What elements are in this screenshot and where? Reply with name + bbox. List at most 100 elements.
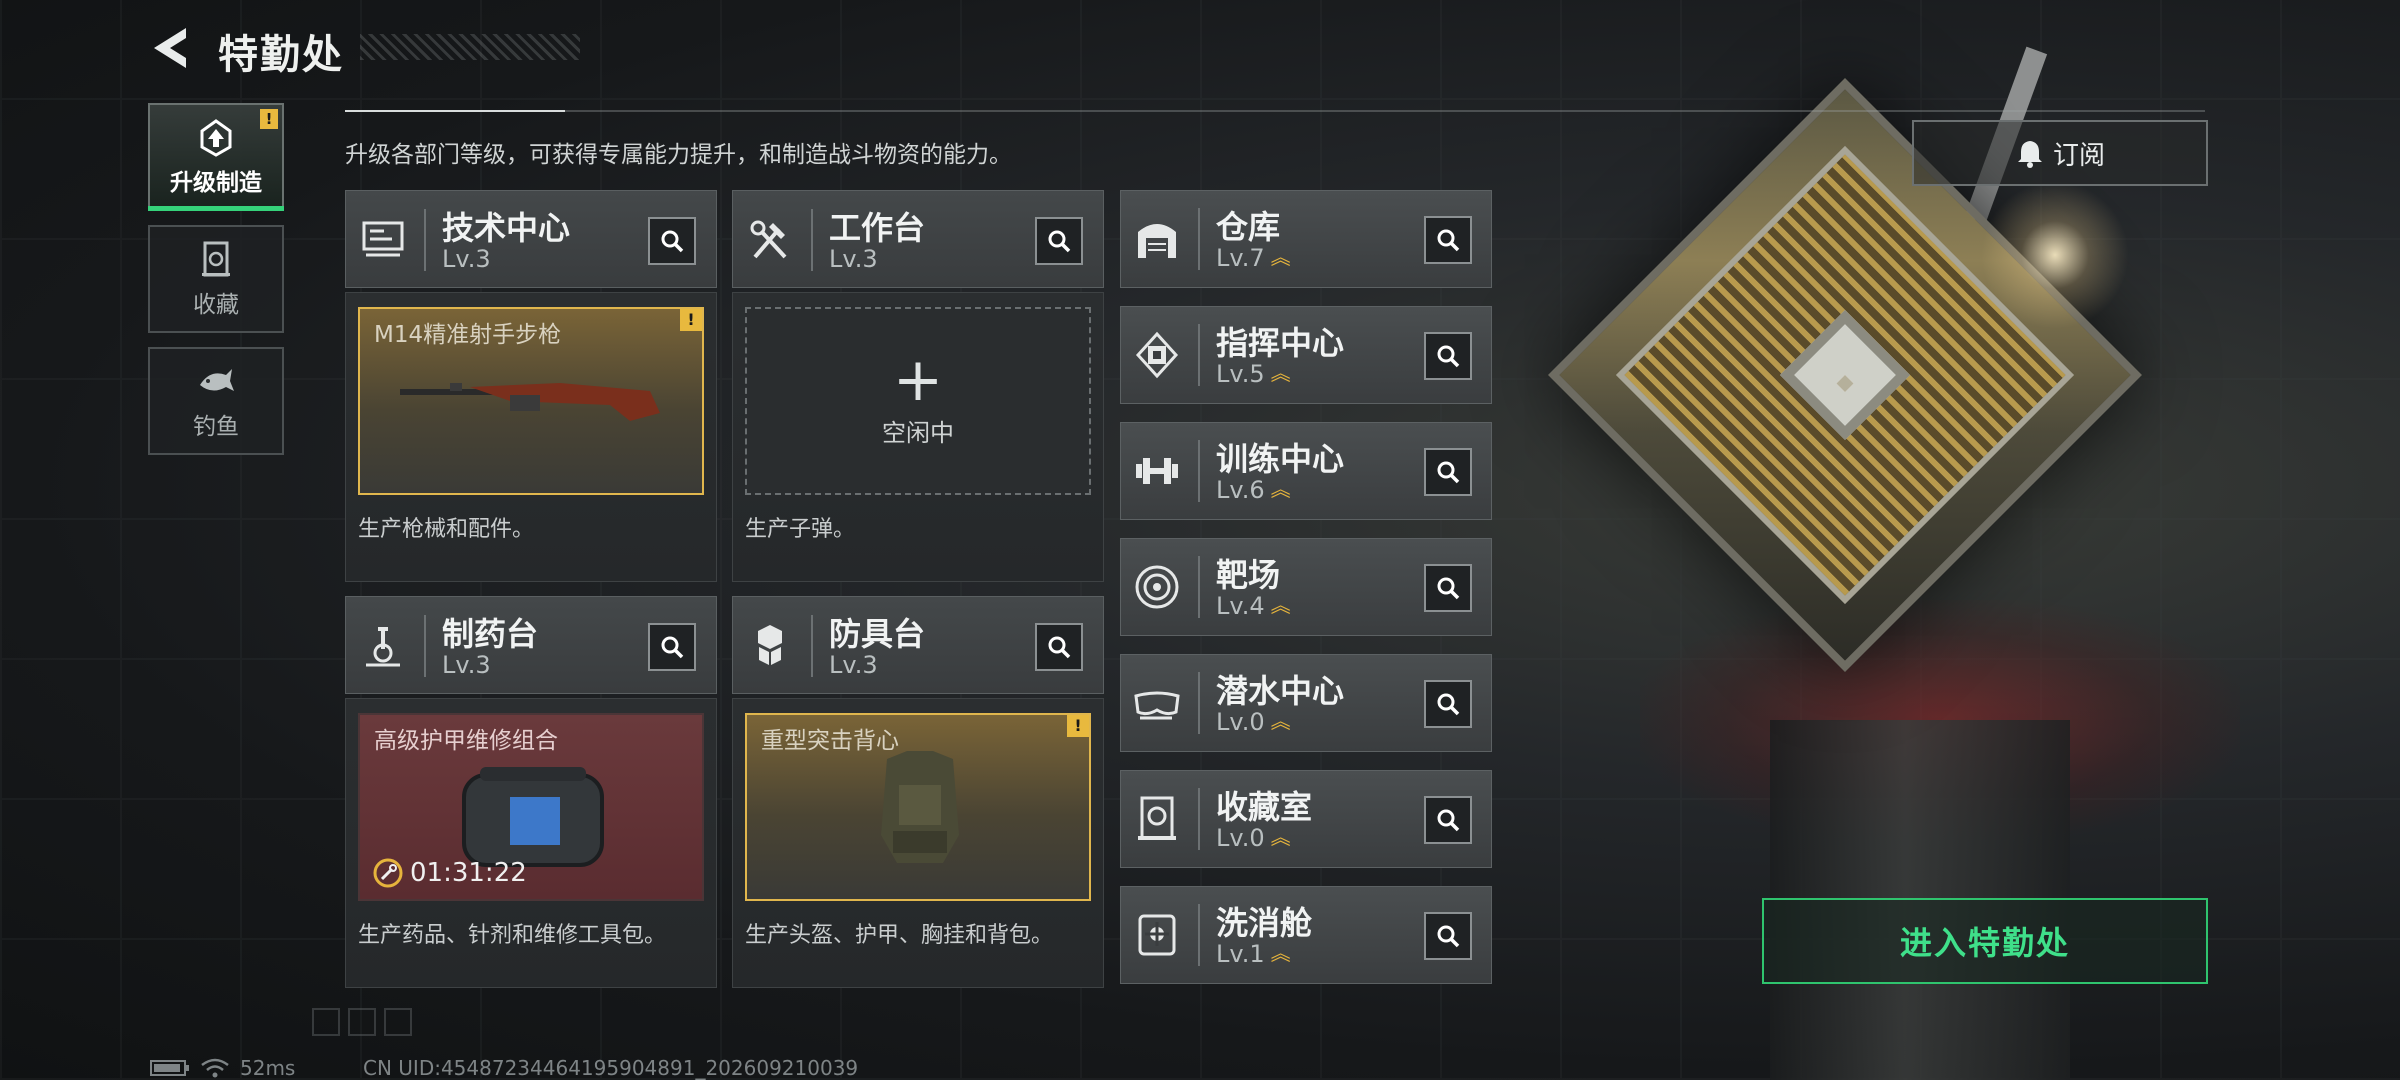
divider xyxy=(345,110,2205,112)
nav-label: 升级制造 xyxy=(170,170,262,196)
search-icon xyxy=(1048,636,1071,659)
ping-text: 52ms xyxy=(240,1056,296,1080)
nav-collection[interactable]: 收藏 xyxy=(148,225,284,333)
card-training-center[interactable]: 训练中心 Lv.6 ︽ xyxy=(1120,422,1492,520)
target-icon xyxy=(1135,565,1179,609)
search-icon xyxy=(1437,693,1460,716)
upgrade-available-icon: ︽ xyxy=(1270,477,1291,501)
search-button[interactable] xyxy=(648,623,696,671)
facility-name: 技术中心 xyxy=(442,209,571,247)
facility-name: 制药台 xyxy=(442,615,539,653)
card-warehouse[interactable]: 仓库 Lv.7 ︽ xyxy=(1120,190,1492,288)
enter-special-ops-button[interactable]: 进入特勤处 xyxy=(1762,898,2208,984)
panel-footer: 生产药品、针剂和维修工具包。 xyxy=(358,923,667,948)
panel-footer: 生产枪械和配件。 xyxy=(358,517,535,542)
empty-production-slot[interactable]: + 空闲中 xyxy=(745,307,1091,495)
card-decontamination[interactable]: 洗消舱 Lv.1 ︽ xyxy=(1120,886,1492,984)
collection-room-icon xyxy=(1138,796,1176,840)
search-icon xyxy=(1437,925,1460,948)
back-button[interactable] xyxy=(150,26,190,70)
facility-name: 收藏室 xyxy=(1216,788,1313,826)
panel-footer: 生产头盔、护甲、胸挂和背包。 xyxy=(745,923,1054,948)
workbench-icon xyxy=(750,220,787,259)
facility-name: 潜水中心 xyxy=(1216,672,1345,710)
bottom-decoration xyxy=(312,1008,412,1036)
card-command-center[interactable]: 指挥中心 Lv.5 ︽ xyxy=(1120,306,1492,404)
card-pharmacy[interactable]: 制药台 Lv.3 xyxy=(345,596,717,694)
search-button[interactable] xyxy=(1424,680,1472,728)
nav-label: 收藏 xyxy=(193,292,239,318)
card-diving-center[interactable]: 潜水中心 Lv.0 ︽ xyxy=(1120,654,1492,752)
upgrade-available-icon: ︽ xyxy=(1270,941,1291,965)
production-panel-armor-bench: 重型突击背心 ! 生产头盔、护甲、胸挂和背包。 xyxy=(732,698,1104,988)
status-bar: 52ms xyxy=(150,1056,295,1080)
facility-level: Lv.3 xyxy=(442,245,491,273)
search-button[interactable] xyxy=(1424,332,1472,380)
search-button[interactable] xyxy=(1424,216,1472,264)
upgrade-available-icon: ︽ xyxy=(1270,825,1291,849)
search-button[interactable] xyxy=(1424,796,1472,844)
card-collection-room[interactable]: 收藏室 Lv.0 ︽ xyxy=(1120,770,1492,868)
panel-footer: 生产子弹。 xyxy=(745,517,856,542)
upgrade-available-icon: ︽ xyxy=(1270,361,1291,385)
production-slot[interactable]: 高级护甲维修组合 01:31:22 xyxy=(358,713,704,901)
divider-highlight xyxy=(345,110,565,112)
card-workbench[interactable]: 工作台 Lv.3 xyxy=(732,190,1104,288)
facility-level: Lv.0 ︽ xyxy=(1216,824,1291,852)
title-decoration xyxy=(360,34,580,60)
upgrade-available-icon: ︽ xyxy=(1270,245,1291,269)
search-button[interactable] xyxy=(1035,217,1083,265)
nav-fishing[interactable]: 钓鱼 xyxy=(148,347,284,455)
fish-icon xyxy=(200,369,234,391)
search-button[interactable] xyxy=(1424,448,1472,496)
search-button[interactable] xyxy=(1424,912,1472,960)
facility-level: Lv.1 ︽ xyxy=(1216,940,1291,968)
production-slot[interactable]: 重型突击背心 ! xyxy=(745,713,1091,901)
tactical-vest-icon xyxy=(881,751,959,863)
facility-name: 指挥中心 xyxy=(1216,324,1345,362)
page-description: 升级各部门等级，可获得专属能力提升，和制造战斗物资的能力。 xyxy=(345,142,1012,168)
production-slot[interactable]: M14精准射手步枪 ! xyxy=(358,307,704,495)
facility-level: Lv.7 ︽ xyxy=(1216,244,1291,272)
search-button[interactable] xyxy=(1424,564,1472,612)
upgrade-icon xyxy=(200,119,232,157)
nav-label: 钓鱼 xyxy=(193,414,239,440)
search-icon xyxy=(661,230,684,253)
production-panel-pharmacy: 高级护甲维修组合 01:31:22 生产药品、针剂和维修工具包。 xyxy=(345,698,717,988)
facility-level: Lv.5 ︽ xyxy=(1216,360,1291,388)
pharmacy-icon xyxy=(366,627,400,667)
card-shooting-range[interactable]: 靶场 Lv.4 ︽ xyxy=(1120,538,1492,636)
battery-icon xyxy=(150,1060,189,1076)
warehouse-icon xyxy=(1138,224,1176,258)
subscribe-button[interactable]: 订阅 xyxy=(1912,120,2208,186)
facility-name: 仓库 xyxy=(1216,208,1281,246)
search-icon xyxy=(1437,345,1460,368)
tech-center-icon xyxy=(362,221,404,257)
production-panel-tech-center: M14精准射手步枪 ! 生产枪械和配件。 xyxy=(345,292,717,582)
search-button[interactable] xyxy=(648,217,696,265)
search-button[interactable] xyxy=(1035,623,1083,671)
search-icon xyxy=(1437,809,1460,832)
facility-name: 训练中心 xyxy=(1216,440,1345,478)
search-icon xyxy=(1437,229,1460,252)
facility-level: Lv.3 xyxy=(829,651,878,679)
subscribe-label: 订阅 xyxy=(2052,140,2105,171)
production-timer: 01:31:22 xyxy=(372,857,527,889)
nav-upgrade-craft[interactable]: ! 升级制造 xyxy=(148,103,284,211)
plus-icon: + xyxy=(892,344,944,415)
card-tech-center[interactable]: 技术中心 Lv.3 xyxy=(345,190,717,288)
facility-level: Lv.0 ︽ xyxy=(1216,708,1291,736)
search-icon xyxy=(661,636,684,659)
bell-icon xyxy=(2017,141,2042,168)
card-armor-bench[interactable]: 防具台 Lv.3 xyxy=(732,596,1104,694)
enter-button-label: 进入特勤处 xyxy=(1899,924,2070,962)
page-title: 特勤处 xyxy=(218,32,344,78)
diving-mask-icon xyxy=(1134,691,1180,720)
upgrade-available-icon: ︽ xyxy=(1270,709,1291,733)
facility-name: 靶场 xyxy=(1216,556,1281,594)
wrench-timer-icon xyxy=(373,858,403,888)
armor-bench-icon xyxy=(758,625,782,665)
facility-name: 洗消舱 xyxy=(1216,904,1313,942)
back-arrow-icon xyxy=(154,28,186,68)
search-icon xyxy=(1048,230,1071,253)
